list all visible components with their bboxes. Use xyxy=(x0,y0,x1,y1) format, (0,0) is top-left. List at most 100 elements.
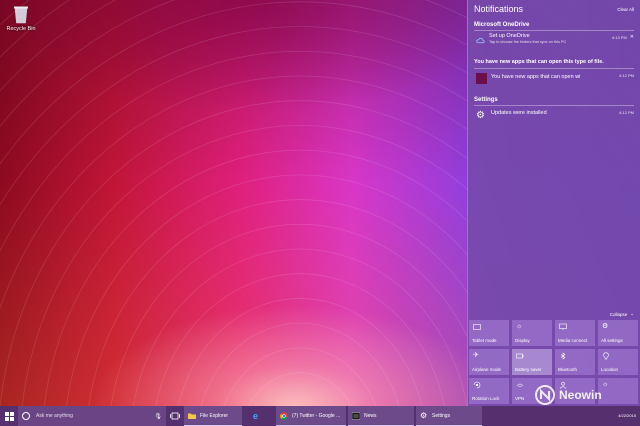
tile-bluetooth[interactable]: Bluetooth xyxy=(555,349,595,375)
taskbar: Ask me anything 🎙 File Explorer e (7) Tw… xyxy=(0,406,640,426)
taskbar-app-label: (7) Twitter - Google ... xyxy=(292,413,341,419)
taskbar-app-news[interactable]: News xyxy=(348,406,414,426)
wallpaper-arc xyxy=(274,298,423,406)
wallpaper-arc xyxy=(0,83,236,310)
recycle-bin[interactable]: Recycle Bin xyxy=(4,2,38,32)
wallpaper-arc xyxy=(0,0,176,127)
airplane-icon: ✈ xyxy=(473,352,479,359)
taskbar-app-chrome[interactable]: (7) Twitter - Google ... xyxy=(276,406,346,426)
tile-label: Rotation Lock xyxy=(472,396,500,401)
brightness-icon: ☼ xyxy=(516,323,523,330)
wallpaper-arc xyxy=(0,0,169,406)
folder-icon xyxy=(188,413,196,419)
gear-icon: ⚙ xyxy=(420,411,428,420)
tile-label: Display xyxy=(515,338,530,343)
notification-subtitle: Tap to choose the folders that sync on t… xyxy=(489,40,567,44)
location-icon xyxy=(603,352,609,360)
task-view-button[interactable] xyxy=(166,406,184,426)
wallpaper-arc xyxy=(0,10,223,165)
divider xyxy=(474,105,634,106)
wallpaper-arc xyxy=(66,180,253,406)
wallpaper-arc xyxy=(279,322,400,406)
divider xyxy=(474,68,634,69)
app-square-icon xyxy=(476,73,487,84)
watermark: Neowin xyxy=(534,383,636,407)
taskbar-app-label: News xyxy=(364,413,377,419)
wallpaper-arc xyxy=(287,372,352,406)
notification-group-settings: Settings xyxy=(474,97,498,103)
collapse-button[interactable]: Collapse ⌄ xyxy=(610,311,634,317)
clear-all-button[interactable]: Clear All xyxy=(617,7,634,12)
wallpaper-arc xyxy=(283,347,377,406)
display-connect-icon xyxy=(559,323,567,330)
wallpaper-arc xyxy=(21,131,245,406)
tile-label: VPN xyxy=(515,396,525,401)
tile-display[interactable]: ☼ Display xyxy=(512,320,552,346)
cortana-icon xyxy=(22,412,30,420)
taskbar-app-settings[interactable]: ⚙ Settings xyxy=(416,406,482,426)
notification-onedrive[interactable]: Set up OneDrive Tap to choose the folder… xyxy=(474,33,634,51)
tile-media-connect[interactable]: Media connect xyxy=(555,320,595,346)
notification-updates[interactable]: ⚙ Updates were installed 4:12 PM xyxy=(474,108,634,126)
tile-tablet-mode[interactable]: Tablet mode xyxy=(469,320,509,346)
tile-airplane-mode[interactable]: ✈ Airplane mode xyxy=(469,349,509,375)
system-tray: 4/22/2015 xyxy=(618,406,640,426)
windows-logo-icon xyxy=(4,411,14,421)
tile-battery-saver[interactable]: Battery saver xyxy=(512,349,552,375)
clock-date[interactable]: 4/22/2015 xyxy=(618,413,636,419)
wallpaper-arc xyxy=(0,107,240,406)
tablet-icon xyxy=(473,324,481,330)
notification-group-onedrive: Microsoft OneDrive xyxy=(474,22,530,28)
collapse-label: Collapse xyxy=(609,311,628,317)
tile-label: Location xyxy=(601,367,619,372)
close-icon[interactable]: ✕ xyxy=(630,34,634,40)
action-center-title: Notifications xyxy=(474,4,524,14)
neowin-logo-icon xyxy=(535,385,555,405)
wallpaper-arc xyxy=(0,0,178,406)
tile-label: Bluetooth xyxy=(558,367,578,372)
tile-all-settings[interactable]: ⚙ All settings xyxy=(598,320,638,346)
wallpaper-arc xyxy=(270,273,445,406)
tile-label: Media connect xyxy=(558,338,588,343)
wallpaper-arc xyxy=(0,59,231,252)
bluetooth-icon xyxy=(560,352,566,360)
settings-icon: ⚙ xyxy=(602,323,609,330)
wallpaper-arc xyxy=(248,373,289,406)
notification-title: Updates were installed xyxy=(491,110,547,116)
tile-location[interactable]: Location xyxy=(598,349,638,375)
notification-apps[interactable]: You have new apps that can open wi 4:12 … xyxy=(474,71,634,89)
chevron-down-icon: ⌄ xyxy=(630,311,634,316)
gear-icon: ⚙ xyxy=(476,110,485,121)
cloud-icon xyxy=(476,37,485,44)
taskbar-app-edge[interactable]: e xyxy=(248,406,270,426)
taskbar-app-label: Settings xyxy=(432,413,451,419)
notification-title: Set up OneDrive xyxy=(489,33,530,39)
action-center-header: Notifications Clear All xyxy=(468,0,640,18)
wallpaper-arc xyxy=(155,276,271,406)
tile-label: All settings xyxy=(601,338,623,343)
divider xyxy=(474,30,634,31)
search-placeholder: Ask me anything xyxy=(36,413,73,419)
wallpaper-arc xyxy=(88,204,258,406)
start-button[interactable] xyxy=(0,406,18,426)
taskbar-app-file-explorer[interactable]: File Explorer xyxy=(184,406,242,426)
notification-time: 4:13 PM xyxy=(611,35,627,40)
news-icon xyxy=(352,412,360,420)
task-view-icon xyxy=(170,412,180,420)
microphone-icon[interactable]: 🎙 xyxy=(154,413,162,420)
battery-icon xyxy=(516,353,524,359)
recycle-bin-label: Recycle Bin xyxy=(6,26,36,32)
wallpaper-arc xyxy=(200,325,280,406)
wallpaper-arc xyxy=(223,349,284,406)
search-box[interactable]: Ask me anything 🎙 xyxy=(18,406,166,426)
notification-title: You have new apps that can open wi xyxy=(491,74,581,80)
wallpaper-arc xyxy=(261,223,490,406)
tile-rotation-lock[interactable]: Rotation Lock xyxy=(469,378,509,404)
apps-message-header: You have new apps that can open this typ… xyxy=(474,59,604,65)
wallpaper-arc xyxy=(0,0,191,406)
notification-time: 4:12 PM xyxy=(619,73,634,78)
wallpaper-arc xyxy=(265,248,468,406)
vpn-icon xyxy=(516,383,524,388)
wallpaper-arc xyxy=(44,155,249,406)
rotation-lock-icon xyxy=(473,381,481,389)
